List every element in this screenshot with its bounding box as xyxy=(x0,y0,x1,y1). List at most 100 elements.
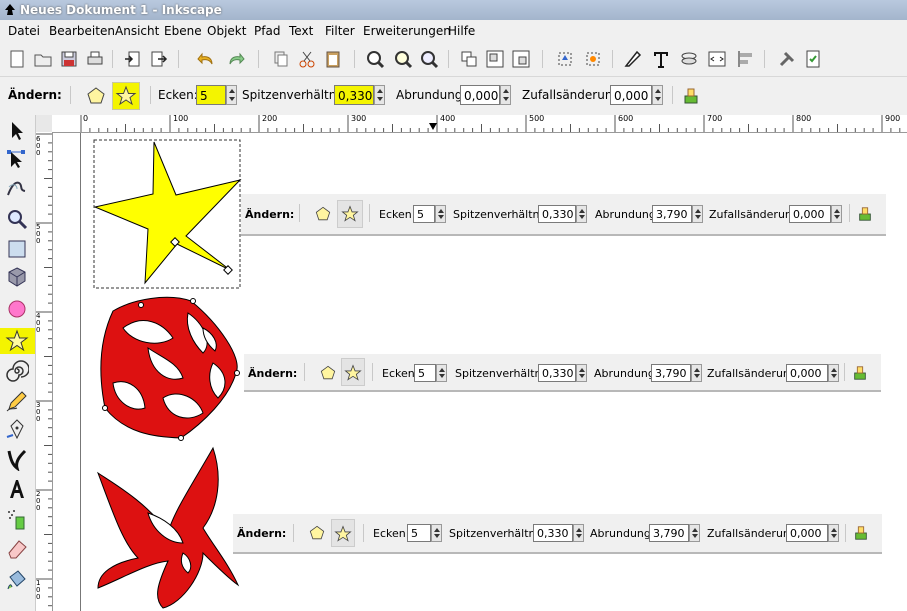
group-icon[interactable] xyxy=(458,48,480,70)
corners-stepper[interactable] xyxy=(226,85,237,105)
corners-input[interactable]: 5 xyxy=(413,205,435,223)
menu-ebene[interactable]: Ebene xyxy=(164,24,202,38)
randomized-input[interactable]: 0,000 xyxy=(786,364,828,382)
layers-icon[interactable] xyxy=(678,48,700,70)
ungroup-icon[interactable] xyxy=(484,48,506,70)
eraser-icon[interactable] xyxy=(5,537,29,561)
randomized-stepper[interactable] xyxy=(828,524,839,542)
rounding-stepper[interactable] xyxy=(500,85,511,105)
corners-stepper[interactable] xyxy=(436,364,447,382)
redo-icon[interactable] xyxy=(224,48,246,70)
clone-icon[interactable] xyxy=(510,48,532,70)
polygon-mode-icon[interactable] xyxy=(313,204,333,224)
spiral-icon[interactable] xyxy=(5,359,29,383)
rounding-stepper[interactable] xyxy=(691,364,702,382)
star-mode-button[interactable] xyxy=(331,519,355,547)
align-distribute-icon[interactable] xyxy=(734,48,756,70)
corners-input[interactable]: 5 xyxy=(196,85,226,105)
selector-arrow-icon[interactable] xyxy=(5,119,29,143)
zoom-drawing-icon[interactable] xyxy=(392,48,414,70)
spoke-ratio-stepper[interactable] xyxy=(576,205,587,223)
polygon-mode-icon[interactable] xyxy=(318,363,338,383)
reset-defaults-icon[interactable] xyxy=(852,364,868,382)
corners-stepper[interactable] xyxy=(435,205,446,223)
polygon-mode-icon[interactable] xyxy=(84,84,108,108)
transform-icon[interactable] xyxy=(582,48,604,70)
rounding-stepper[interactable] xyxy=(692,205,703,223)
preferences-icon[interactable] xyxy=(776,48,798,70)
spoke-ratio-input[interactable]: 0,330 xyxy=(334,85,374,105)
randomized-input[interactable]: 0,000 xyxy=(610,85,652,105)
spray-icon[interactable] xyxy=(5,507,29,531)
menu-bearbeiten[interactable]: Bearbeiten xyxy=(49,24,115,38)
zoom-selection-icon[interactable] xyxy=(364,48,386,70)
menu-ansicht[interactable]: Ansicht xyxy=(115,24,159,38)
star-tool-button[interactable] xyxy=(0,328,35,354)
reset-defaults-icon[interactable] xyxy=(682,86,700,106)
text-font-icon[interactable] xyxy=(650,48,672,70)
paint-bucket-icon[interactable] xyxy=(5,567,29,591)
new-document-icon[interactable] xyxy=(6,48,28,70)
star-mode-icon xyxy=(115,85,137,106)
randomized-input[interactable]: 0,000 xyxy=(786,524,828,542)
pencil-icon[interactable] xyxy=(5,389,29,413)
randomized-stepper[interactable] xyxy=(652,85,663,105)
menu-hilfe[interactable]: Hilfe xyxy=(448,24,475,38)
star-mode-button[interactable] xyxy=(341,358,365,386)
toolbar-separator xyxy=(293,524,294,542)
rectangle-icon[interactable] xyxy=(5,237,29,261)
zoom-icon[interactable] xyxy=(5,207,29,231)
star-mode-button[interactable] xyxy=(112,82,140,110)
corners-stepper[interactable] xyxy=(431,524,442,542)
align-nodes-icon[interactable] xyxy=(554,48,576,70)
randomized-input[interactable]: 0,000 xyxy=(789,205,831,223)
menu-erweiterungen[interactable]: Erweiterungen xyxy=(363,24,451,38)
reset-defaults-icon[interactable] xyxy=(853,524,869,542)
fill-stroke-icon[interactable] xyxy=(622,48,644,70)
ellipse-icon[interactable] xyxy=(5,297,29,321)
polygon-mode-icon[interactable] xyxy=(307,523,327,543)
rounding-label: Abrundung: xyxy=(595,208,660,221)
spoke-ratio-input[interactable]: 0,330 xyxy=(533,524,573,542)
corners-label: Ecken: xyxy=(158,88,198,102)
document-properties-icon[interactable] xyxy=(802,48,824,70)
star-mode-button[interactable] xyxy=(337,200,363,228)
rounding-input[interactable]: 3,790 xyxy=(651,364,691,382)
spoke-ratio-stepper[interactable] xyxy=(573,524,584,542)
menu-pfad[interactable]: Pfad xyxy=(254,24,280,38)
rounding-input[interactable]: 0,000 xyxy=(460,85,500,105)
tweak-icon[interactable] xyxy=(5,175,29,199)
paste-icon[interactable] xyxy=(322,48,344,70)
rounding-input[interactable]: 3,790 xyxy=(649,524,689,542)
text-icon[interactable] xyxy=(5,477,29,501)
menu-text[interactable]: Text xyxy=(289,24,313,38)
rounding-input[interactable]: 3,790 xyxy=(652,205,692,223)
pen-icon[interactable] xyxy=(5,417,29,441)
export-icon[interactable] xyxy=(148,48,170,70)
print-icon[interactable] xyxy=(84,48,106,70)
cut-icon[interactable] xyxy=(296,48,318,70)
duplicate-icon[interactable] xyxy=(270,48,292,70)
spoke-ratio-input[interactable]: 0,330 xyxy=(538,205,576,223)
zoom-page-icon[interactable] xyxy=(418,48,440,70)
menu-objekt[interactable]: Objekt xyxy=(207,24,246,38)
corners-input[interactable]: 5 xyxy=(414,364,436,382)
import-icon[interactable] xyxy=(122,48,144,70)
xml-editor-icon[interactable] xyxy=(706,48,728,70)
corners-input[interactable]: 5 xyxy=(407,524,431,542)
reset-defaults-icon[interactable] xyxy=(857,205,873,223)
menu-filter[interactable]: Filter xyxy=(325,24,355,38)
open-folder-icon[interactable] xyxy=(32,48,54,70)
randomized-stepper[interactable] xyxy=(831,205,842,223)
node-editor-icon[interactable] xyxy=(5,147,29,171)
save-icon[interactable] xyxy=(58,48,80,70)
spoke-ratio-stepper[interactable] xyxy=(374,85,385,105)
rounding-stepper[interactable] xyxy=(689,524,700,542)
calligraphy-icon[interactable] xyxy=(5,447,29,471)
3d-box-icon[interactable] xyxy=(5,265,29,289)
menu-datei[interactable]: Datei xyxy=(8,24,40,38)
randomized-stepper[interactable] xyxy=(828,364,839,382)
spoke-ratio-stepper[interactable] xyxy=(576,364,587,382)
undo-icon[interactable] xyxy=(196,48,218,70)
spoke-ratio-input[interactable]: 0,330 xyxy=(538,364,576,382)
